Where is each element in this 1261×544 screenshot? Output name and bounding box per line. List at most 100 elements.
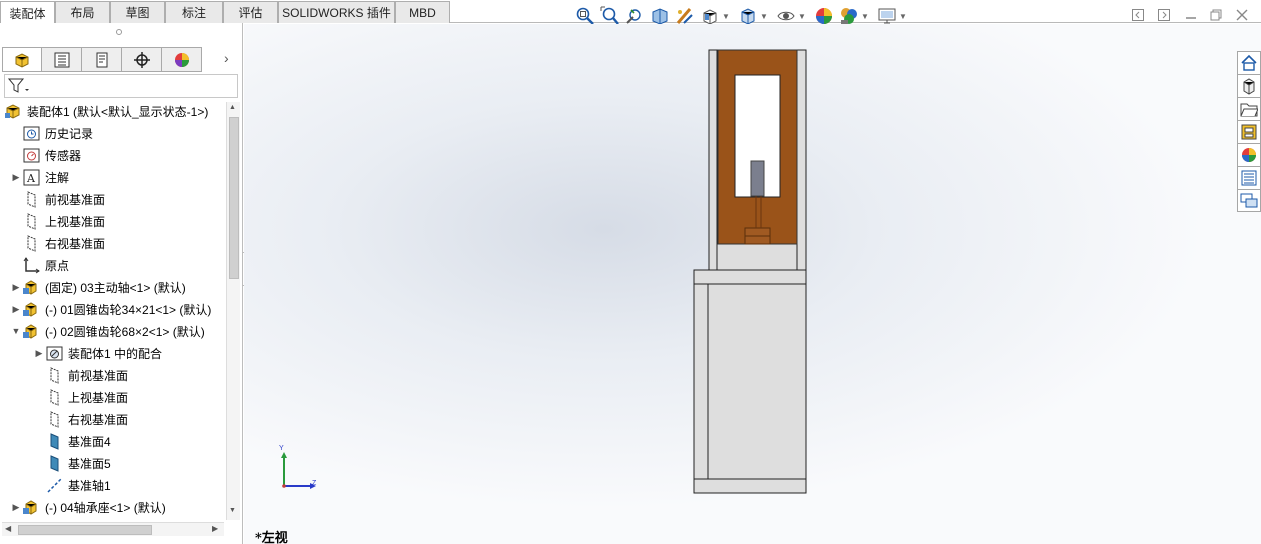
displaymanager-icon[interactable]	[162, 47, 202, 72]
part-icon	[22, 498, 40, 516]
plane-icon	[22, 234, 40, 252]
tree-item[interactable]: ▶ A 注解	[0, 166, 226, 188]
tree-item[interactable]: 原点	[0, 254, 226, 276]
panel-tabs	[2, 47, 202, 72]
axis-icon	[45, 476, 63, 494]
tree-horizontal-scrollbar[interactable]: ◀ ▶	[2, 522, 224, 536]
tree-item[interactable]: 上视基准面	[0, 210, 226, 232]
collapse-right-icon[interactable]	[1156, 7, 1172, 23]
chevron-down-icon[interactable]: ▼	[722, 12, 730, 21]
scroll-up-icon[interactable]: ▲	[229, 104, 236, 111]
tree-item[interactable]: 基准面5	[0, 452, 226, 474]
tree-item-label: 原点	[45, 258, 70, 273]
scroll-thumb[interactable]	[18, 525, 152, 535]
tree-item-label: 上视基准面	[45, 214, 106, 229]
tree-item[interactable]: ▼ (-) 02圆锥齿轮68×2<1> (默认)	[0, 320, 226, 342]
collapse-left-icon[interactable]	[1130, 7, 1146, 23]
tree-filter[interactable]	[4, 74, 238, 98]
tree-item-label: 前视基准面	[45, 192, 106, 207]
tab-sketch[interactable]: 草图	[110, 1, 165, 23]
graphics-area[interactable]: Y Z	[244, 24, 1261, 544]
tree-item[interactable]: 前视基准面	[0, 364, 226, 386]
tree-root[interactable]: 装配体1 (默认<默认_显示状态-1>)	[0, 100, 226, 122]
design-library-icon[interactable]	[1237, 74, 1261, 97]
tab-assembly[interactable]: 装配体	[0, 1, 55, 24]
chevron-down-icon[interactable]: ▼	[861, 12, 869, 21]
plane-icon	[22, 190, 40, 208]
tree-item-label: 右视基准面	[45, 236, 106, 251]
expand-down-icon[interactable]: ▼	[10, 326, 22, 336]
expand-right-icon[interactable]: ▶	[10, 304, 22, 315]
minimize-icon[interactable]	[1183, 7, 1199, 23]
custom-properties-icon[interactable]	[1237, 166, 1261, 189]
file-explorer-icon[interactable]	[1237, 97, 1261, 120]
close-icon[interactable]	[1234, 7, 1250, 23]
expand-right-icon[interactable]: ▶	[10, 172, 22, 183]
scroll-thumb[interactable]	[229, 117, 239, 279]
featuremanager-panel: › 装配体1 (默认<默认_显示状态-1>) 历史记录 传感器 ▶ A 注解 前视基准面上…	[0, 23, 243, 544]
tree-item-label: (-) 04轴承座<1> (默认)	[45, 500, 166, 515]
panel-grip[interactable]	[116, 29, 122, 35]
chevron-right-icon[interactable]: ›	[224, 50, 229, 66]
forum-icon[interactable]	[1237, 189, 1261, 212]
tab-markup[interactable]: 标注	[165, 1, 223, 23]
tree-item[interactable]: ▶ 装配体1 中的配合	[0, 342, 226, 364]
chevron-down-icon[interactable]: ▼	[798, 12, 806, 21]
chevron-down-icon[interactable]: ▼	[899, 12, 907, 21]
triad-z-label: Z	[312, 480, 317, 487]
expand-right-icon[interactable]: ▶	[33, 348, 45, 359]
tree-item[interactable]: 右视基准面	[0, 408, 226, 430]
tree-item[interactable]: 基准轴1	[0, 474, 226, 496]
configurationmanager-icon[interactable]	[82, 47, 122, 72]
scroll-left-icon[interactable]: ◀	[5, 524, 11, 533]
tree-item-label: 前视基准面	[68, 368, 129, 383]
chevron-down-icon[interactable]: ▼	[760, 12, 768, 21]
part-icon	[22, 300, 40, 318]
tree-item-label: (固定) 03主动轴<1> (默认)	[45, 280, 186, 295]
tab-solidworks-addins[interactable]: SOLIDWORKS 插件	[278, 1, 395, 23]
scroll-down-icon[interactable]: ▼	[229, 507, 236, 514]
solidworks-resources-icon[interactable]	[1237, 51, 1261, 74]
plane-icon	[45, 410, 63, 428]
appearances-scenes-icon[interactable]	[1237, 143, 1261, 166]
tree-vertical-scrollbar[interactable]: ▲ ▼	[226, 102, 240, 520]
tree-item[interactable]: 上视基准面	[0, 386, 226, 408]
origin-icon	[22, 256, 40, 274]
tree-item[interactable]: 基准面4	[0, 430, 226, 452]
tree-item[interactable]: ▶ (-) 04轴承座<1> (默认)	[0, 496, 226, 518]
view-palette-icon[interactable]	[1237, 120, 1261, 143]
assembly-icon	[4, 102, 22, 120]
scroll-right-icon[interactable]: ▶	[212, 524, 218, 533]
shaft	[750, 160, 765, 197]
expand-right-icon[interactable]: ▶	[10, 282, 22, 293]
tree-root-label: 装配体1 (默认<默认_显示状态-1>)	[27, 104, 209, 119]
tree-item-label: 传感器	[45, 148, 82, 163]
featuremanager-icon[interactable]	[2, 47, 42, 72]
tab-mbd[interactable]: MBD	[395, 1, 450, 23]
middle-plate	[693, 269, 807, 285]
plane-icon	[45, 432, 63, 450]
tree-item-label: 历史记录	[45, 126, 94, 141]
tree-item-label: 基准轴1	[68, 478, 111, 493]
tree-item[interactable]: 传感器	[0, 144, 226, 166]
task-pane-tabs	[1237, 51, 1261, 212]
tab-layout[interactable]: 布局	[55, 1, 110, 23]
tree-item[interactable]: 历史记录	[0, 122, 226, 144]
svg-text:A: A	[26, 172, 36, 185]
propertymanager-icon[interactable]	[42, 47, 82, 72]
expand-right-icon[interactable]: ▶	[10, 502, 22, 513]
part-icon	[22, 278, 40, 296]
tree-item[interactable]: ▶ (固定) 03主动轴<1> (默认)	[0, 276, 226, 298]
tree-item[interactable]: 右视基准面	[0, 232, 226, 254]
tree-item[interactable]: 前视基准面	[0, 188, 226, 210]
lower-base	[693, 283, 807, 494]
tree-item[interactable]: ▶ (-) 01圆锥齿轮34×21<1> (默认)	[0, 298, 226, 320]
tree-item-label: 装配体1 中的配合	[68, 346, 163, 361]
dimxpertmanager-icon[interactable]	[122, 47, 162, 72]
tab-evaluate[interactable]: 评估	[223, 1, 278, 23]
history-icon	[22, 124, 40, 142]
model-view	[693, 49, 807, 494]
restore-icon[interactable]	[1208, 7, 1224, 23]
plane-icon	[22, 212, 40, 230]
plane-icon	[45, 454, 63, 472]
